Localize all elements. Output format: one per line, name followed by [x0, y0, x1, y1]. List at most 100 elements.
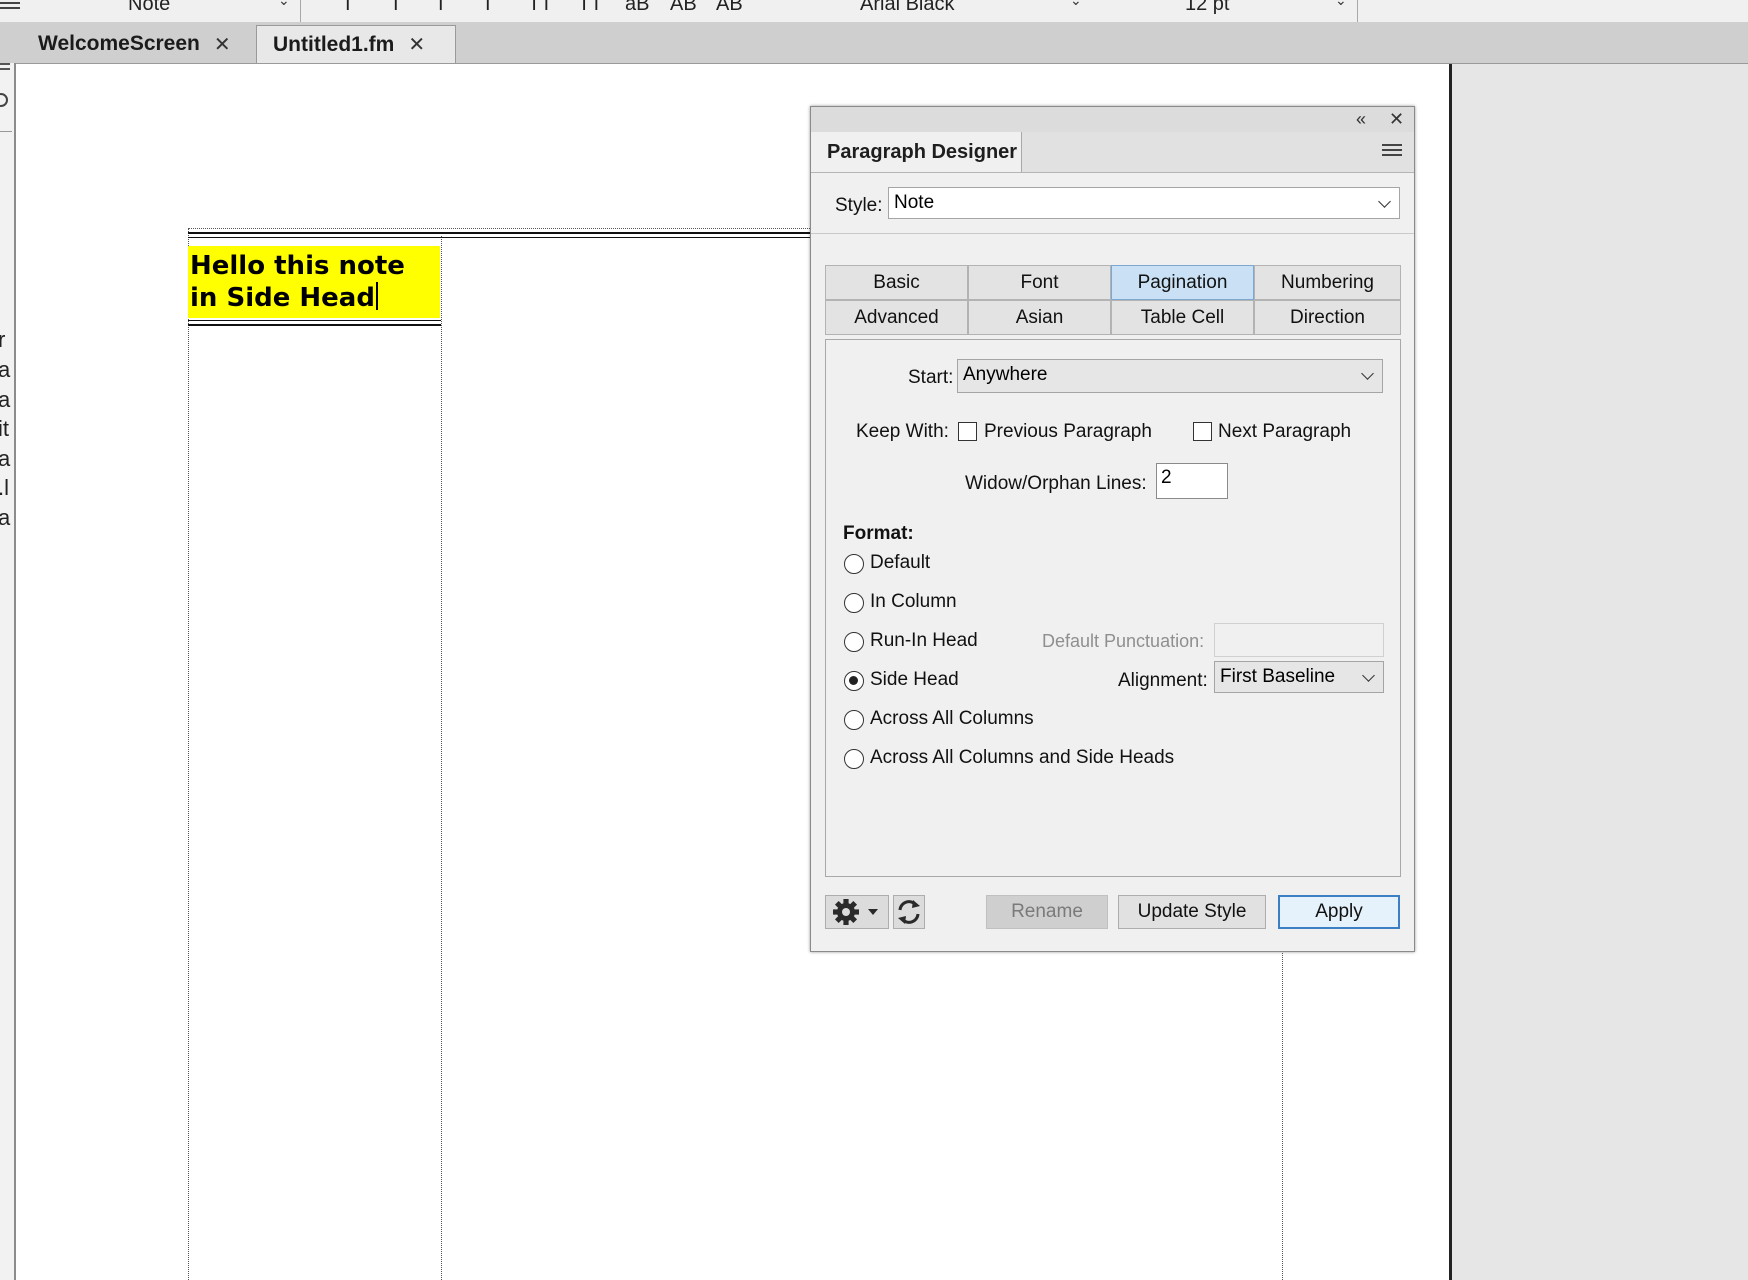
menu-icon[interactable] — [0, 2, 20, 12]
keep-with-next-checkbox[interactable] — [1193, 422, 1212, 441]
format-toolbar: Note ⌄ I I I I TT TT aB AB AB Arial Blac… — [0, 0, 1748, 23]
bold-button[interactable]: I — [393, 0, 399, 16]
truncated-text: a — [0, 448, 10, 470]
tab-advanced[interactable]: Advanced — [825, 300, 968, 335]
toolbar-separator — [1357, 0, 1358, 22]
tab-welcome-screen[interactable]: WelcomeScreen ✕ — [22, 25, 254, 63]
side-head-text: Hello this note in Side Head — [190, 251, 405, 313]
tab-direction[interactable]: Direction — [1254, 300, 1401, 335]
truncated-text: a — [0, 507, 10, 529]
alignment-dropdown[interactable]: First Baseline — [1214, 661, 1384, 693]
font-family-dropdown[interactable]: Arial Black — [860, 0, 954, 16]
format-across-all-columns-label: Across All Columns — [870, 708, 1034, 729]
tab-basic[interactable]: Basic — [825, 265, 968, 300]
chevron-down-icon — [1378, 195, 1391, 208]
close-icon[interactable]: ✕ — [1389, 107, 1404, 132]
tab-untitled1[interactable]: Untitled1.fm ✕ — [256, 25, 456, 63]
start-label: Start: — [908, 367, 954, 388]
style-dropdown-value: Note — [894, 192, 935, 213]
paragraph-style-dropdown[interactable]: Note — [128, 0, 170, 16]
divider — [811, 233, 1414, 234]
side-head-area-left-guide — [188, 228, 189, 1280]
chevron-down-icon: ⌄ — [1070, 0, 1082, 8]
chevron-down-icon: ⌄ — [278, 0, 290, 8]
alignment-dropdown-value: First Baseline — [1220, 666, 1336, 687]
underline-button[interactable]: I — [485, 0, 491, 16]
settings-menu-button[interactable] — [825, 895, 889, 929]
truncated-text: .l — [0, 475, 9, 500]
format-run-in-head-label: Run-In Head — [870, 630, 978, 651]
close-icon[interactable]: ✕ — [214, 32, 231, 57]
panel-title-tab[interactable]: Paragraph Designer — [811, 132, 1022, 172]
paragraph-designer-panel: « ✕ Paragraph Designer Style: Note Basic… — [810, 106, 1415, 952]
panel-divider — [0, 131, 12, 132]
paragraph-rule-below — [188, 320, 441, 321]
truncated-text: it — [0, 416, 9, 441]
side-head-paragraph[interactable]: Hello this note in Side Head — [188, 246, 440, 318]
tab-label: Untitled1.fm — [273, 32, 395, 56]
truncated-text: a — [0, 359, 10, 381]
paragraph-rule-above — [188, 232, 810, 234]
document-tab-strip: WelcomeScreen ✕ Untitled1.fm ✕ — [0, 22, 1748, 64]
refresh-button[interactable] — [893, 895, 925, 929]
left-side-panel: r a a it a .l a — [0, 63, 16, 1280]
close-icon[interactable]: ✕ — [408, 32, 425, 57]
tab-font[interactable]: Font — [968, 265, 1111, 300]
format-default-radio[interactable] — [844, 554, 864, 574]
widow-orphan-input[interactable]: 2 — [1156, 463, 1228, 499]
tab-asian[interactable]: Asian — [968, 300, 1111, 335]
default-punctuation-label: Default Punctuation: — [1042, 631, 1205, 651]
start-dropdown[interactable]: Anywhere — [957, 359, 1383, 393]
caps-button[interactable]: AB — [716, 0, 743, 16]
superscript-button[interactable]: TT — [528, 0, 552, 16]
alignment-label: Alignment: — [1118, 670, 1208, 691]
pasteboard — [1452, 64, 1748, 1280]
text-column-right-guide — [1282, 940, 1283, 1280]
small-caps-button[interactable]: aB — [625, 0, 649, 16]
format-side-head-label: Side Head — [870, 669, 959, 690]
collapse-icon[interactable]: « — [1356, 107, 1366, 132]
gear-icon — [833, 899, 878, 925]
italic-button[interactable]: I — [345, 0, 351, 16]
menu-icon[interactable] — [0, 63, 10, 73]
format-label: Format: — [843, 523, 914, 544]
subscript-button[interactable]: TT — [578, 0, 602, 16]
keep-with-previous-checkbox[interactable] — [958, 422, 977, 441]
format-in-column-radio[interactable] — [844, 593, 864, 613]
apply-button[interactable]: Apply — [1278, 895, 1400, 929]
chevron-down-icon — [1361, 367, 1374, 380]
tab-table-cell[interactable]: Table Cell — [1111, 300, 1254, 335]
paragraph-rule-below — [188, 324, 441, 326]
format-default-label: Default — [870, 552, 931, 573]
text-cursor — [375, 282, 378, 310]
format-run-in-head-radio[interactable] — [844, 632, 864, 652]
font-size-dropdown[interactable]: 12 pt — [1185, 0, 1229, 16]
default-punctuation-input — [1214, 623, 1384, 657]
slant-button[interactable]: I — [438, 0, 444, 16]
search-icon[interactable] — [0, 93, 8, 107]
chevron-down-icon: ⌄ — [1335, 0, 1347, 8]
panel-titlebar[interactable]: « ✕ — [811, 107, 1414, 133]
side-head-area-right-guide — [441, 236, 442, 1280]
rename-button[interactable]: Rename — [986, 895, 1108, 929]
format-across-columns-and-side-heads-label: Across All Columns and Side Heads — [870, 747, 1175, 768]
truncated-text: a — [0, 389, 10, 411]
style-dropdown[interactable]: Note — [888, 187, 1400, 219]
tab-pagination[interactable]: Pagination — [1111, 265, 1254, 300]
uppercase-button[interactable]: AB — [670, 0, 697, 16]
format-side-head-radio[interactable] — [844, 671, 864, 691]
tab-numbering[interactable]: Numbering — [1254, 265, 1401, 300]
format-in-column-label: In Column — [870, 591, 957, 612]
panel-menu-icon[interactable] — [1382, 144, 1402, 158]
style-label: Style: — [835, 195, 883, 216]
widow-orphan-label: Widow/Orphan Lines: — [965, 473, 1147, 494]
update-style-button[interactable]: Update Style — [1118, 895, 1266, 929]
panel-tab-row: Paragraph Designer — [811, 132, 1414, 173]
truncated-text: r — [0, 329, 5, 351]
keep-with-previous-label: Previous Paragraph — [984, 421, 1152, 442]
format-across-columns-and-side-heads-radio[interactable] — [844, 749, 864, 769]
format-across-all-columns-radio[interactable] — [844, 710, 864, 730]
keep-with-next-label: Next Paragraph — [1218, 421, 1352, 442]
paragraph-rule-above — [188, 237, 810, 238]
toolbar-separator — [300, 0, 301, 22]
